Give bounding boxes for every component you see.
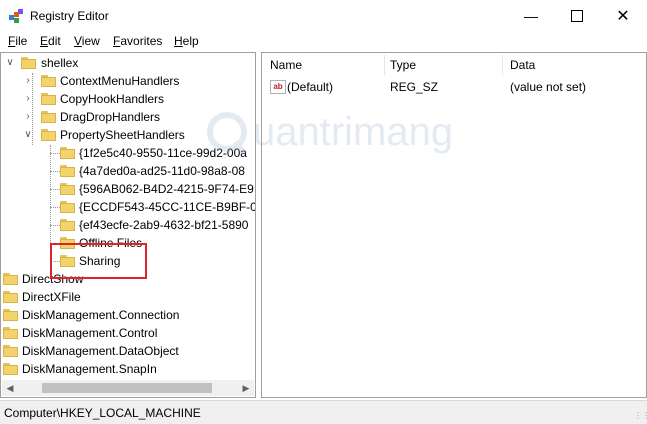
tree-item[interactable]: {ef43ecfe-2ab9-4632-bf21-5890 xyxy=(1,216,255,234)
column-header-data[interactable]: Data xyxy=(502,53,642,77)
status-path: Computer\HKEY_LOCAL_MACHINE xyxy=(4,406,201,420)
value-type: REG_SZ xyxy=(390,80,439,94)
close-icon: ✕ xyxy=(616,7,630,25)
registry-tree-pane[interactable]: ∨ shellex › ContextMenuHandlers › CopyHo… xyxy=(0,52,256,398)
folder-icon xyxy=(3,327,18,339)
tree-item[interactable]: DiskManagement.Connection xyxy=(1,306,255,324)
tree-item[interactable]: {1f2e5c40-9550-11ce-99d2-00a xyxy=(1,144,255,162)
minimize-icon: — xyxy=(524,7,538,24)
column-header-name[interactable]: Name xyxy=(262,53,384,77)
tree-item[interactable]: DirectXFile xyxy=(1,288,255,306)
folder-icon xyxy=(60,219,75,231)
string-value-icon: ab xyxy=(270,80,286,94)
chevron-right-icon[interactable]: › xyxy=(23,72,33,90)
menu-help[interactable]: Help xyxy=(174,34,199,48)
tree-item[interactable]: {596AB062-B4D2-4215-9F74-E9 xyxy=(1,180,255,198)
tree-item[interactable]: › CopyHookHandlers xyxy=(1,90,255,108)
minimize-button[interactable]: — xyxy=(508,0,554,31)
status-bar: Computer\HKEY_LOCAL_MACHINE ⋮⋮ xyxy=(0,400,647,424)
window-title: Registry Editor xyxy=(30,9,109,23)
folder-icon xyxy=(60,201,75,213)
folder-icon xyxy=(3,309,18,321)
folder-icon xyxy=(60,165,75,177)
tree-item[interactable]: › DragDropHandlers xyxy=(1,108,255,126)
folder-open-icon xyxy=(41,129,56,141)
value-name: (Default) xyxy=(287,80,334,94)
value-data: (value not set) xyxy=(510,80,587,94)
tree-horizontal-scrollbar[interactable]: ◀ ▶ xyxy=(2,380,254,396)
scroll-left-icon[interactable]: ◀ xyxy=(2,380,18,396)
folder-open-icon xyxy=(21,57,36,69)
maximize-icon xyxy=(571,9,583,22)
tree-item[interactable]: {ECCDF543-45CC-11CE-B9BF-0 xyxy=(1,198,255,216)
chevron-down-icon[interactable]: ∨ xyxy=(5,54,15,72)
folder-icon xyxy=(60,183,75,195)
close-button[interactable]: ✕ xyxy=(600,0,646,31)
chevron-right-icon[interactable]: › xyxy=(23,108,33,126)
menu-bar: File Edit View Favorites Help xyxy=(0,31,647,51)
folder-icon xyxy=(41,75,56,87)
folder-icon xyxy=(3,345,18,357)
column-header-type[interactable]: Type xyxy=(382,53,502,77)
chevron-down-icon[interactable]: ∨ xyxy=(23,126,33,144)
folder-icon xyxy=(3,273,18,285)
tree-item[interactable]: DiskManagement.DataObject xyxy=(1,342,255,360)
scrollbar-thumb[interactable] xyxy=(42,383,212,393)
title-bar: Registry Editor — ✕ xyxy=(0,0,647,31)
tree-item-property-sheet-handlers[interactable]: ∨ PropertySheetHandlers xyxy=(1,126,255,144)
folder-icon xyxy=(41,111,56,123)
chevron-right-icon[interactable]: › xyxy=(23,90,33,108)
tree-item[interactable]: › ContextMenuHandlers xyxy=(1,72,255,90)
folder-icon xyxy=(60,147,75,159)
folder-icon xyxy=(41,93,56,105)
menu-edit[interactable]: Edit xyxy=(40,34,61,48)
values-list-pane[interactable]: Name Type Data ab (Default) REG_SZ (valu… xyxy=(261,52,647,398)
maximize-button[interactable] xyxy=(554,0,600,31)
tree-item[interactable]: DiskManagement.Control xyxy=(1,324,255,342)
registry-editor-icon xyxy=(9,9,23,23)
sharing-highlight-box xyxy=(50,243,147,279)
tree-item-shellex[interactable]: ∨ shellex xyxy=(1,54,255,72)
menu-file[interactable]: File xyxy=(8,34,27,48)
scroll-right-icon[interactable]: ▶ xyxy=(238,380,254,396)
menu-favorites[interactable]: Favorites xyxy=(113,34,162,48)
tree-item[interactable]: DiskManagement.SnapIn xyxy=(1,360,255,378)
resize-grip-icon[interactable]: ⋮⋮ xyxy=(634,411,647,421)
folder-icon xyxy=(3,363,18,375)
menu-view[interactable]: View xyxy=(74,34,100,48)
folder-icon xyxy=(3,291,18,303)
tree-item[interactable]: {4a7ded0a-ad25-11d0-98a8-08 xyxy=(1,162,255,180)
